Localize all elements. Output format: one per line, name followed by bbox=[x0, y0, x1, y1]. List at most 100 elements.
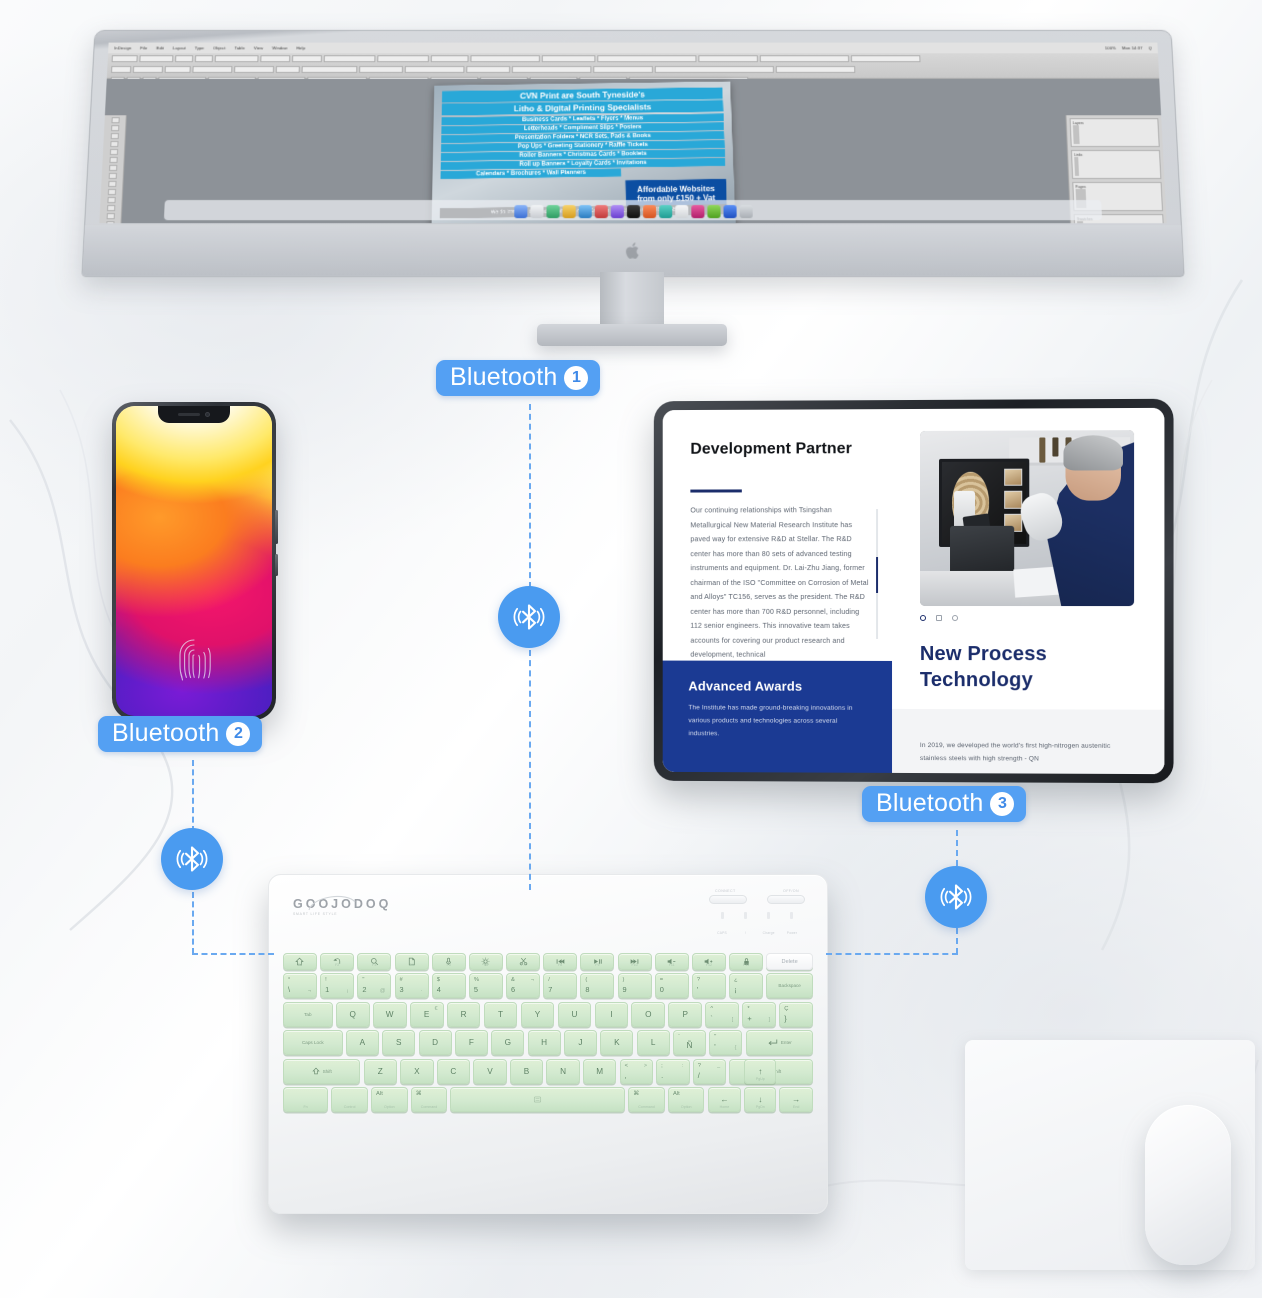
key-enye[interactable]: ¨ Ñ bbox=[672, 1030, 707, 1056]
key-a[interactable]: A bbox=[345, 1030, 379, 1056]
menu-type[interactable]: Type bbox=[195, 46, 205, 51]
tab-key[interactable]: Tab bbox=[283, 1001, 333, 1027]
dock-icon[interactable] bbox=[642, 205, 656, 219]
power-switch[interactable] bbox=[767, 895, 805, 904]
indesign-canvas[interactable]: CVN Print are South Tyneside's Litho & D… bbox=[99, 78, 1167, 224]
arrow-up-key[interactable]: ↑ PgUp bbox=[744, 1058, 777, 1084]
key-j[interactable]: J bbox=[563, 1030, 598, 1056]
key-8[interactable]: ( 8 bbox=[580, 973, 615, 999]
key-o[interactable]: O bbox=[631, 1001, 666, 1027]
panel-layers[interactable]: Layers bbox=[1069, 118, 1160, 148]
dock-icon[interactable] bbox=[658, 205, 672, 219]
back-key[interactable]: F2 bbox=[320, 953, 355, 970]
carousel-dots[interactable] bbox=[919, 615, 958, 622]
dock-icon[interactable] bbox=[626, 205, 640, 219]
key-r[interactable]: R bbox=[446, 1001, 481, 1027]
key-u[interactable]: U bbox=[557, 1001, 592, 1027]
mic-key[interactable]: F5 bbox=[431, 953, 466, 970]
dock-icon[interactable] bbox=[545, 205, 560, 219]
option-key-right[interactable]: Alt Option bbox=[667, 1086, 705, 1112]
key-h[interactable]: H bbox=[527, 1030, 561, 1056]
key-k[interactable]: K bbox=[600, 1030, 634, 1056]
key-z[interactable]: Z bbox=[363, 1058, 397, 1084]
command-key[interactable]: ⌘ Command bbox=[410, 1086, 448, 1112]
volume-up-key[interactable]: F12 bbox=[691, 953, 726, 970]
key-comma[interactable]: < , > bbox=[619, 1058, 653, 1084]
menu-window[interactable]: Window bbox=[272, 46, 288, 51]
dock-icon[interactable] bbox=[610, 205, 624, 219]
key-b[interactable]: B bbox=[509, 1058, 544, 1084]
key-m[interactable]: M bbox=[583, 1058, 617, 1084]
play-pause-key[interactable]: F9 bbox=[580, 953, 615, 970]
key-t[interactable]: T bbox=[483, 1001, 518, 1027]
dock-icon[interactable] bbox=[739, 205, 753, 219]
menu-table[interactable]: Table bbox=[234, 46, 245, 51]
key-c[interactable]: C bbox=[436, 1058, 471, 1084]
next-track-key[interactable]: F10 bbox=[617, 953, 652, 970]
wireless-mouse[interactable] bbox=[1145, 1105, 1231, 1265]
arrow-down-key[interactable]: ↓ PgDn bbox=[744, 1086, 777, 1112]
carousel-dot[interactable] bbox=[935, 615, 942, 622]
dock-icon[interactable] bbox=[578, 205, 592, 219]
key-bracket-open[interactable]: ^ ` [ bbox=[705, 1001, 740, 1027]
key-y[interactable]: Y bbox=[520, 1001, 555, 1027]
carousel-dot-active[interactable] bbox=[919, 615, 926, 622]
menu-file[interactable]: File bbox=[140, 46, 147, 51]
volume-down-key[interactable]: F11 bbox=[654, 953, 689, 970]
command-key-right[interactable]: ⌘ Command bbox=[628, 1086, 665, 1112]
key-0[interactable]: = 0 bbox=[654, 973, 689, 999]
menu-spotlight-icon[interactable]: Q bbox=[1148, 46, 1152, 51]
key-2[interactable]: " 2 @ bbox=[357, 973, 392, 999]
menu-edit[interactable]: Edit bbox=[156, 46, 164, 51]
brightness-key[interactable]: F6 bbox=[468, 953, 503, 970]
key-6[interactable]: & 6 ¬ bbox=[506, 973, 541, 999]
control-key[interactable]: Control bbox=[331, 1086, 368, 1112]
key-l[interactable]: L bbox=[636, 1030, 670, 1056]
backspace-key[interactable]: Backspace bbox=[766, 973, 814, 999]
scissors-key[interactable]: F7 bbox=[506, 953, 541, 970]
key-question[interactable]: ? ' bbox=[691, 973, 726, 999]
backslash-key[interactable]: ° \ ¬ bbox=[283, 973, 317, 999]
caps-lock-key[interactable]: Caps Lock bbox=[283, 1030, 343, 1056]
file-key[interactable]: F4 bbox=[394, 953, 429, 970]
key-n[interactable]: N bbox=[546, 1058, 580, 1084]
key-5[interactable]: % 5 bbox=[468, 973, 503, 999]
key-g[interactable]: G bbox=[491, 1030, 525, 1056]
key-slash[interactable]: ? / _ bbox=[692, 1058, 727, 1084]
key-d[interactable]: D bbox=[418, 1030, 452, 1056]
enter-key[interactable]: Enter bbox=[745, 1030, 814, 1056]
menu-view[interactable]: View bbox=[254, 46, 263, 51]
key-period[interactable]: ; . : bbox=[656, 1058, 690, 1084]
key-e[interactable]: E € bbox=[409, 1001, 444, 1027]
menu-layout[interactable]: Layout bbox=[173, 46, 186, 51]
key-7[interactable]: / 7 bbox=[543, 973, 578, 999]
key-9[interactable]: ) 9 bbox=[617, 973, 652, 999]
fn-key[interactable]: Fn bbox=[283, 1086, 329, 1112]
key-1[interactable]: ! 1 ¡ bbox=[320, 973, 355, 999]
phone-screen[interactable] bbox=[116, 406, 272, 716]
left-shift-key[interactable]: Shift bbox=[283, 1058, 361, 1084]
key-bracket-close[interactable]: * + ] bbox=[742, 1001, 777, 1027]
scrollbar-track[interactable] bbox=[875, 509, 878, 639]
key-4[interactable]: $ 4 bbox=[431, 973, 466, 999]
connect-switch[interactable] bbox=[709, 895, 747, 904]
key-quote[interactable]: " ' { bbox=[709, 1030, 743, 1056]
dock-icon[interactable] bbox=[562, 205, 576, 219]
carousel-dot[interactable] bbox=[951, 615, 958, 622]
indesign-toolbar[interactable] bbox=[106, 53, 1160, 84]
space-key[interactable] bbox=[450, 1086, 626, 1112]
dock-icon[interactable] bbox=[690, 205, 704, 219]
arrow-right-key[interactable]: → End bbox=[779, 1086, 813, 1112]
dock-icon[interactable] bbox=[594, 205, 608, 219]
key-q[interactable]: Q bbox=[335, 1001, 370, 1027]
option-key[interactable]: Alt Option bbox=[371, 1086, 408, 1112]
menu-indesign[interactable]: InDesign bbox=[114, 46, 131, 51]
panel-links[interactable]: Links bbox=[1070, 150, 1162, 179]
delete-key[interactable]: Delete bbox=[766, 953, 814, 970]
key-inverted-question[interactable]: ¿ ¡ bbox=[729, 973, 764, 999]
key-v[interactable]: V bbox=[473, 1058, 507, 1084]
menu-object[interactable]: Object bbox=[213, 46, 226, 51]
dock-icon[interactable] bbox=[722, 205, 737, 219]
phone-volume-button[interactable] bbox=[275, 554, 278, 576]
indesign-menubar[interactable]: InDesign File Edit Layout Type Object Ta… bbox=[108, 42, 1158, 54]
